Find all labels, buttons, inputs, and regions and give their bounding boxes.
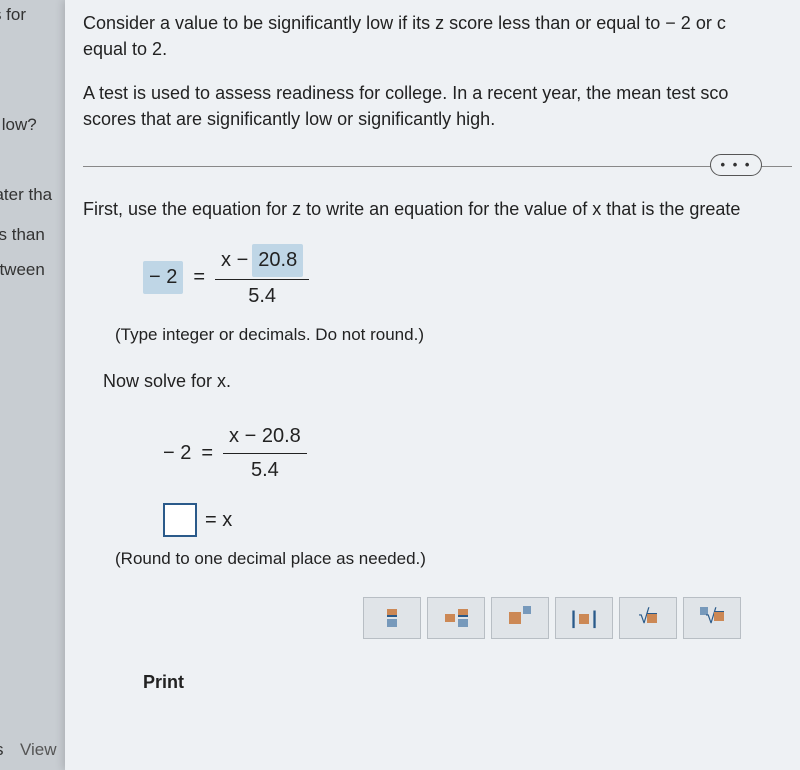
more-button[interactable]: • • • [710, 154, 762, 176]
bg-fragment-4: ss than [0, 225, 45, 245]
equation-1: − 2 = x − 20.8 5.4 [143, 244, 792, 311]
answer-input[interactable] [163, 503, 197, 537]
denominator-1: 5.4 [242, 280, 282, 311]
intro-text: Consider a value to be significantly low… [83, 10, 792, 62]
intro-line1: Consider a value to be significantly low… [83, 13, 726, 33]
equals-2: = [201, 439, 213, 468]
denominator-2: 5.4 [245, 454, 285, 485]
divider-row: • • • [83, 154, 792, 178]
numerator-2: x − 20.8 [223, 422, 307, 454]
problem-text: A test is used to assess readiness for c… [83, 80, 792, 132]
fraction-1: x − 20.8 5.4 [215, 244, 309, 311]
numerator-value-highlight: 20.8 [252, 244, 303, 277]
fraction-tool[interactable] [363, 597, 421, 639]
square-root-tool[interactable]: √ [619, 597, 677, 639]
equals-x-label: = x [205, 506, 232, 535]
solve-instruction: Now solve for x. [103, 368, 792, 394]
bg-fragment-3: eater tha [0, 185, 52, 205]
bg-fragment-1: ess for [0, 5, 26, 25]
hint-1: (Type integer or decimals. Do not round.… [115, 323, 792, 348]
lhs-2: − 2 [163, 439, 191, 468]
intro-line2: equal to 2. [83, 39, 167, 59]
problem-line1: A test is used to assess readiness for c… [83, 83, 728, 103]
question-panel: Consider a value to be significantly low… [65, 0, 800, 770]
background-sidebar: ess for tly low? eater tha ss than etwee… [0, 0, 75, 770]
numerator-1: x − 20.8 [215, 244, 309, 280]
fraction-2: x − 20.8 5.4 [223, 422, 307, 485]
equals-sign: = [193, 263, 205, 292]
bg-fragment-s: s [0, 740, 4, 760]
print-button[interactable]: Print [143, 669, 184, 695]
problem-line2: scores that are significantly low or sig… [83, 109, 495, 129]
view-link[interactable]: View [20, 740, 57, 760]
hint-2: (Round to one decimal place as needed.) [115, 547, 792, 572]
equation-2: − 2 = x − 20.8 5.4 [163, 422, 792, 485]
exponent-tool[interactable] [491, 597, 549, 639]
x-minus-label: x − [221, 246, 248, 275]
lhs-value-highlight: − 2 [143, 261, 183, 294]
nth-root-tool[interactable]: √ [683, 597, 741, 639]
bg-fragment-5: etween [0, 260, 45, 280]
instruction-text: First, use the equation for z to write a… [83, 196, 792, 222]
absolute-value-tool[interactable]: || [555, 597, 613, 639]
mixed-number-tool[interactable] [427, 597, 485, 639]
answer-row: = x [163, 503, 792, 537]
math-toolbar: || √ √ [363, 597, 792, 639]
divider-line [83, 166, 792, 167]
bg-fragment-2: tly low? [0, 115, 37, 135]
